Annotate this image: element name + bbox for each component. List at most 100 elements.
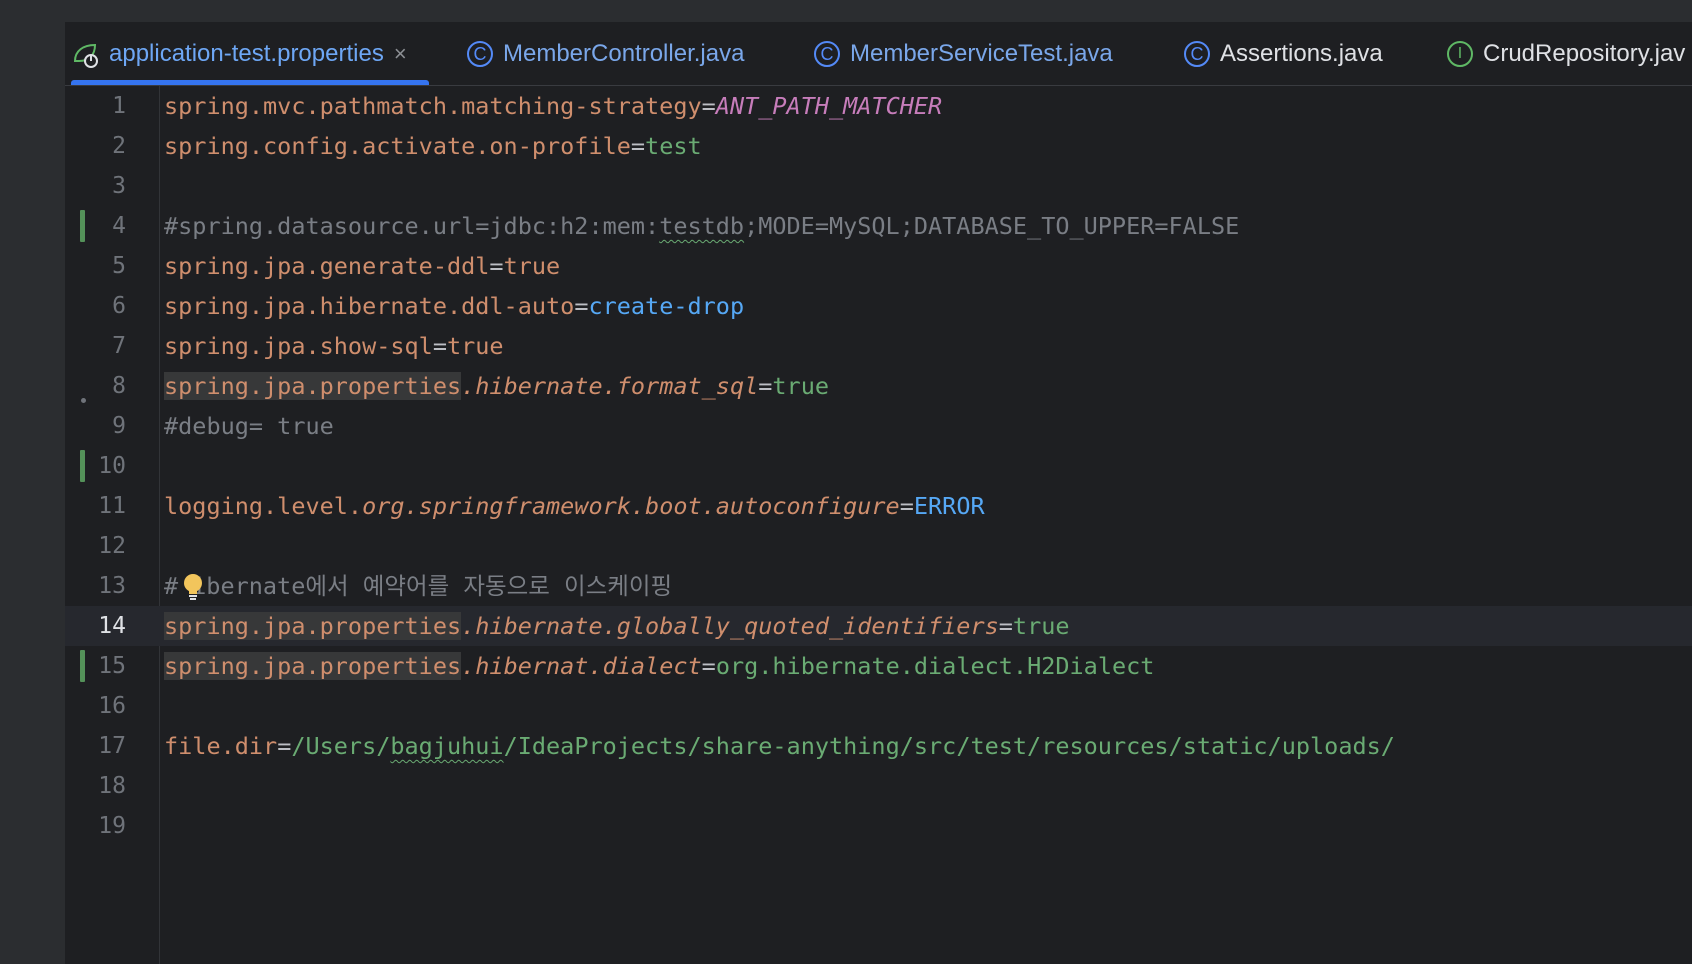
line-number: 3: [112, 173, 126, 199]
code-text: spring.jpa.show-sql=true: [164, 326, 504, 366]
breakpoint-dot-icon[interactable]: [81, 398, 86, 403]
class-icon: C: [1182, 39, 1212, 69]
class-icon-letter: C: [814, 40, 840, 67]
property-key-prefix: spring.jpa.properties: [164, 612, 462, 640]
code-line[interactable]: 18: [65, 766, 1692, 806]
property-value: test: [645, 132, 702, 160]
line-number: 4: [112, 213, 126, 239]
class-icon: C: [465, 39, 495, 69]
spring-properties-icon: [71, 39, 101, 69]
code-line-current[interactable]: 14 spring.jpa.properties.hibernate.globa…: [65, 606, 1692, 646]
tab-crud-repository[interactable]: I CrudRepository.jav: [1445, 22, 1685, 85]
code-line[interactable]: 12: [65, 526, 1692, 566]
line-number: 2: [112, 133, 126, 159]
equals-sign: =: [489, 252, 504, 280]
tab-label: CrudRepository.jav: [1483, 39, 1686, 67]
equals-sign: =: [574, 292, 589, 320]
code-line[interactable]: 2 spring.config.activate.on-profile=test: [65, 126, 1692, 166]
code-line[interactable]: 15 spring.jpa.properties.hibernat.dialec…: [65, 646, 1692, 686]
code-line[interactable]: 10: [65, 446, 1692, 486]
code-text: spring.jpa.properties.hibernat.dialect=o…: [164, 646, 1154, 686]
code-text: spring.jpa.hibernate.ddl-auto=create-dro…: [164, 286, 744, 326]
tab-label: Assertions.java: [1220, 39, 1383, 67]
code-text: spring.jpa.properties.hibernate.format_s…: [164, 366, 829, 406]
interface-icon-letter: I: [1447, 40, 1473, 67]
class-icon-letter: C: [467, 40, 493, 67]
ide-window: application-test.properties × C MemberCo…: [0, 0, 1692, 964]
property-key-suffix: .hibernat.dialect: [461, 652, 702, 680]
comment-text: #debug= true: [164, 412, 334, 440]
editor-tab-bar: application-test.properties × C MemberCo…: [65, 22, 1692, 86]
interface-icon: I: [1445, 39, 1475, 69]
class-icon-letter: C: [1184, 40, 1210, 67]
line-number: 17: [98, 733, 126, 759]
line-number: 12: [98, 533, 126, 559]
equals-sign: =: [701, 92, 716, 120]
code-line[interactable]: 3: [65, 166, 1692, 206]
property-value: /Users/: [291, 732, 391, 760]
typo-text: testdb: [659, 212, 745, 240]
code-editor[interactable]: 1 spring.mvc.pathmatch.matching-strategy…: [65, 86, 1692, 964]
line-number: 13: [98, 573, 126, 599]
code-text: spring.config.activate.on-profile=test: [164, 126, 702, 166]
code-line[interactable]: 6 spring.jpa.hibernate.ddl-auto=create-d…: [65, 286, 1692, 326]
code-line[interactable]: 8 spring.jpa.properties.hibernate.format…: [65, 366, 1692, 406]
line-number: 9: [112, 413, 126, 439]
code-text: spring.jpa.properties.hibernate.globally…: [164, 606, 1070, 646]
lightbulb-icon[interactable]: [180, 572, 206, 602]
tab-label: MemberServiceTest.java: [850, 39, 1113, 67]
line-number: 19: [98, 813, 126, 839]
property-value: ANT_PATH_MATCHER: [715, 92, 943, 120]
code-line[interactable]: 5 spring.jpa.generate-ddl=true: [65, 246, 1692, 286]
code-line[interactable]: 17 file.dir=/Users/bagjuhui/IdeaProjects…: [65, 726, 1692, 766]
code-line[interactable]: 13 # ibernate에서 예약어를 자동으로 이스케이핑: [65, 566, 1692, 606]
property-key-suffix: org.springframework.boot.autoconfigure: [362, 492, 900, 520]
comment-hash: #: [164, 572, 179, 600]
code-line[interactable]: 9 #debug= true: [65, 398, 1692, 446]
code-text: spring.mvc.pathmatch.matching-strategy=A…: [164, 86, 942, 126]
tab-label: application-test.properties: [109, 39, 384, 67]
code-text: #spring.datasource.url=jdbc:h2:mem:testd…: [164, 206, 1239, 246]
equals-sign: =: [277, 732, 292, 760]
property-key: file.dir: [164, 732, 278, 760]
property-value: ERROR: [913, 492, 985, 520]
property-key: spring.jpa.generate-ddl: [164, 252, 490, 280]
tab-application-test-properties[interactable]: application-test.properties ×: [71, 22, 429, 85]
code-line[interactable]: 4 #spring.datasource.url=jdbc:h2:mem:tes…: [65, 206, 1692, 246]
class-icon: C: [812, 39, 842, 69]
property-value: org.hibernate.dialect.H2Dialect: [715, 652, 1155, 680]
comment-text: #spring.datasource.url=jdbc:h2:mem:: [164, 212, 660, 240]
tab-assertions[interactable]: C Assertions.java: [1182, 22, 1383, 85]
line-number: 15: [98, 653, 126, 679]
close-icon[interactable]: ×: [394, 42, 407, 65]
code-line[interactable]: 11 logging.level.org.springframework.boo…: [65, 486, 1692, 526]
property-value: true: [446, 332, 504, 360]
comment-text: ibernate에서 예약어를 자동으로 이스케이핑: [192, 572, 673, 600]
equals-sign: =: [432, 332, 447, 360]
tab-member-controller[interactable]: C MemberController.java: [465, 22, 744, 85]
equals-sign: =: [758, 372, 773, 400]
property-value: create-drop: [588, 292, 745, 320]
code-line[interactable]: 1 spring.mvc.pathmatch.matching-strategy…: [65, 86, 1692, 126]
property-value: true: [503, 252, 561, 280]
property-key-prefix: spring.jpa.properties: [164, 372, 462, 400]
equals-sign: =: [899, 492, 914, 520]
code-line[interactable]: 7 spring.jpa.show-sql=true: [65, 326, 1692, 366]
tab-member-service-test[interactable]: C MemberServiceTest.java: [812, 22, 1113, 85]
line-number: 18: [98, 773, 126, 799]
property-key-prefix: spring.jpa.properties: [164, 652, 462, 680]
code-text: file.dir=/Users/bagjuhui/IdeaProjects/sh…: [164, 726, 1395, 766]
code-line[interactable]: 19: [65, 806, 1692, 846]
line-number: 6: [112, 293, 126, 319]
line-number: 14: [98, 613, 126, 639]
active-tab-indicator: [71, 80, 429, 85]
code-text: logging.level.org.springframework.boot.a…: [164, 486, 985, 526]
code-line[interactable]: 16: [65, 686, 1692, 726]
tool-window-strip: [0, 22, 65, 964]
property-value: true: [772, 372, 829, 400]
code-text: #debug= true: [164, 406, 334, 446]
line-number: 5: [112, 253, 126, 279]
property-value: /IdeaProjects/share-anything/src/test/re…: [503, 732, 1395, 760]
typo-text: bagjuhui: [390, 732, 504, 760]
property-key: spring.jpa.show-sql: [164, 332, 433, 360]
